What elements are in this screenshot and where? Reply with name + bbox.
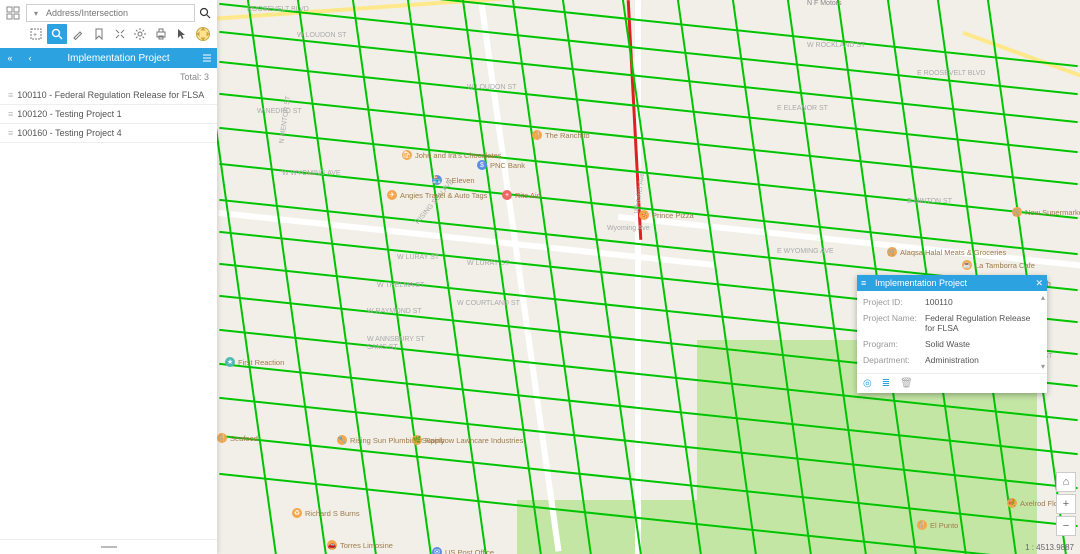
poi: 🛒New Supermarket bbox=[1012, 207, 1080, 217]
list-item[interactable]: ≡ 100160 - Testing Project 4 bbox=[0, 124, 217, 143]
popup-delete-icon[interactable]: 🗑 bbox=[900, 378, 913, 389]
svg-text:+: + bbox=[33, 32, 37, 39]
popup-field-label: Project ID: bbox=[863, 297, 925, 307]
settings-button[interactable] bbox=[130, 24, 150, 44]
zoom-in-button[interactable]: + bbox=[1056, 494, 1076, 514]
total-row: Total: 3 bbox=[0, 68, 217, 86]
popup-field-value: Administration bbox=[925, 355, 1041, 365]
feature-popup: ≡ Implementation Project ✕ ▴ Project ID:… bbox=[857, 275, 1047, 393]
scale-label: 1 : 4513.9887 bbox=[1025, 543, 1074, 552]
popup-field-label: Project Name: bbox=[863, 313, 925, 333]
tools-button[interactable] bbox=[110, 24, 130, 44]
list-item[interactable]: ≡ 100120 - Testing Project 1 bbox=[0, 105, 217, 124]
poi: 🍕Prince Pizza bbox=[639, 210, 694, 220]
poi: ★First Reaction bbox=[225, 357, 284, 367]
list-item-label: 100120 - Testing Project 1 bbox=[17, 109, 121, 119]
street-label: W LOUDON ST bbox=[297, 32, 346, 39]
street-label: W ROCKLAND ST bbox=[807, 42, 865, 49]
search-box: ▾ bbox=[26, 4, 195, 22]
street-label: W LURAY ST bbox=[397, 254, 439, 261]
sidebar-toggle[interactable] bbox=[0, 539, 217, 554]
bookmark-button[interactable] bbox=[89, 24, 109, 44]
list-item[interactable]: ≡ 100110 - Federal Regulation Release fo… bbox=[0, 86, 217, 105]
street-label: W LOUDON ST bbox=[467, 84, 516, 91]
search-input[interactable] bbox=[43, 8, 192, 18]
street-label: Wyoming Ave bbox=[607, 225, 650, 232]
popup-zoom-icon[interactable]: ◎ bbox=[863, 378, 872, 389]
poi: 🏪7-Eleven bbox=[432, 175, 475, 185]
panel-back[interactable]: ‹ bbox=[20, 53, 40, 63]
poi: ✈Angies Travel & Auto Tags bbox=[387, 190, 487, 200]
draw-button[interactable] bbox=[68, 24, 88, 44]
pan-button[interactable] bbox=[193, 24, 213, 44]
poi: 🌿Rainbow Lawncare Industries bbox=[412, 435, 523, 445]
popup-field-value: 100110 bbox=[925, 297, 1041, 307]
street-label: N MENTOR ST bbox=[279, 95, 293, 144]
results-list: ≡ 100110 - Federal Regulation Release fo… bbox=[0, 86, 217, 539]
popup-field-value: Solid Waste bbox=[925, 339, 1041, 349]
list-item-label: 100160 - Testing Project 4 bbox=[17, 128, 121, 138]
street-label: W LURAY ST bbox=[467, 260, 509, 267]
drag-handle-icon: ≡ bbox=[8, 109, 11, 119]
drag-handle-icon: ≡ bbox=[8, 128, 11, 138]
poi: 🍴El Punto bbox=[917, 520, 958, 530]
street-label: W NEDRO ST bbox=[257, 108, 302, 115]
popup-field-value: Federal Regulation Release for FLSA bbox=[925, 313, 1041, 333]
map-controls: ⌂ + − bbox=[1056, 472, 1076, 536]
panel-header: « ‹ Implementation Project bbox=[0, 48, 217, 68]
zoom-out-button[interactable]: − bbox=[1056, 516, 1076, 536]
street-label: E ELEANOR ST bbox=[777, 105, 828, 112]
select-extent-button[interactable]: + bbox=[26, 24, 46, 44]
popup-field-label: Department: bbox=[863, 355, 925, 365]
poi: 🛍John and Ira's Chocolates bbox=[402, 150, 501, 160]
street-label: W WYOMING AVE bbox=[282, 170, 341, 177]
drag-handle-icon: ≡ bbox=[8, 90, 11, 100]
street-label: N F Motors bbox=[807, 0, 842, 7]
toolbar: + bbox=[0, 22, 217, 48]
poi: $PNC Bank bbox=[477, 160, 525, 170]
popup-close-icon[interactable]: ✕ bbox=[1031, 278, 1043, 289]
panel-collapse-all[interactable]: « bbox=[0, 53, 20, 63]
poi: ✉US Post Office bbox=[432, 547, 494, 554]
poi: 🚗Torres Limosine bbox=[327, 540, 393, 550]
popup-scroll-down-icon[interactable]: ▾ bbox=[1041, 362, 1045, 371]
street-label: SAMS ST bbox=[367, 344, 398, 351]
panel-title: Implementation Project bbox=[40, 53, 197, 64]
street-label: E WYOMING AVE bbox=[777, 248, 834, 255]
street-label: W ANNSBURY ST bbox=[367, 336, 425, 343]
sidebar: ▾ + « ‹ Implementation Project bbox=[0, 0, 217, 554]
poi: 🛒Alaqsa Halal Meats & Groceries bbox=[887, 247, 1006, 257]
search-type-dropdown[interactable]: ▾ bbox=[29, 9, 43, 18]
apps-button[interactable] bbox=[4, 4, 22, 22]
street-label: W RAYMOND ST bbox=[367, 308, 422, 315]
poi: ☕La Tamborra Cafe bbox=[962, 260, 1035, 270]
street-label: E ROOSEVELT BLVD bbox=[917, 70, 985, 77]
street-label: ROOSEVELT BLVD bbox=[247, 6, 309, 13]
home-extent-button[interactable]: ⌂ bbox=[1056, 472, 1076, 492]
popup-field-label: Program: bbox=[863, 339, 925, 349]
poi: +Rite Aid bbox=[502, 190, 541, 200]
street-label: W COURTLAND ST bbox=[457, 300, 520, 307]
list-item-label: 100110 - Federal Regulation Release for … bbox=[17, 90, 204, 100]
popup-menu-icon[interactable]: ≡ bbox=[861, 278, 875, 288]
poi: 🍴Seafood bbox=[217, 433, 258, 443]
map-canvas[interactable]: ROOSEVELT BLVD N F Motors W ROCKLAND ST … bbox=[217, 0, 1080, 554]
print-button[interactable] bbox=[151, 24, 171, 44]
popup-title: Implementation Project bbox=[875, 278, 1031, 288]
panel-menu[interactable] bbox=[197, 53, 217, 63]
street-label: E MINTON ST bbox=[907, 198, 952, 205]
popup-list-icon[interactable]: ≣ bbox=[882, 378, 890, 389]
pointer-button[interactable] bbox=[172, 24, 192, 44]
search-submit[interactable] bbox=[199, 7, 213, 19]
poi: 🍴The Ranchito bbox=[532, 130, 590, 140]
popup-scroll-up-icon[interactable]: ▴ bbox=[1041, 293, 1045, 302]
street-label: W THELMA ST bbox=[377, 282, 424, 289]
poi: ♻Richard S Burns bbox=[292, 508, 360, 518]
identify-button[interactable] bbox=[47, 24, 67, 44]
